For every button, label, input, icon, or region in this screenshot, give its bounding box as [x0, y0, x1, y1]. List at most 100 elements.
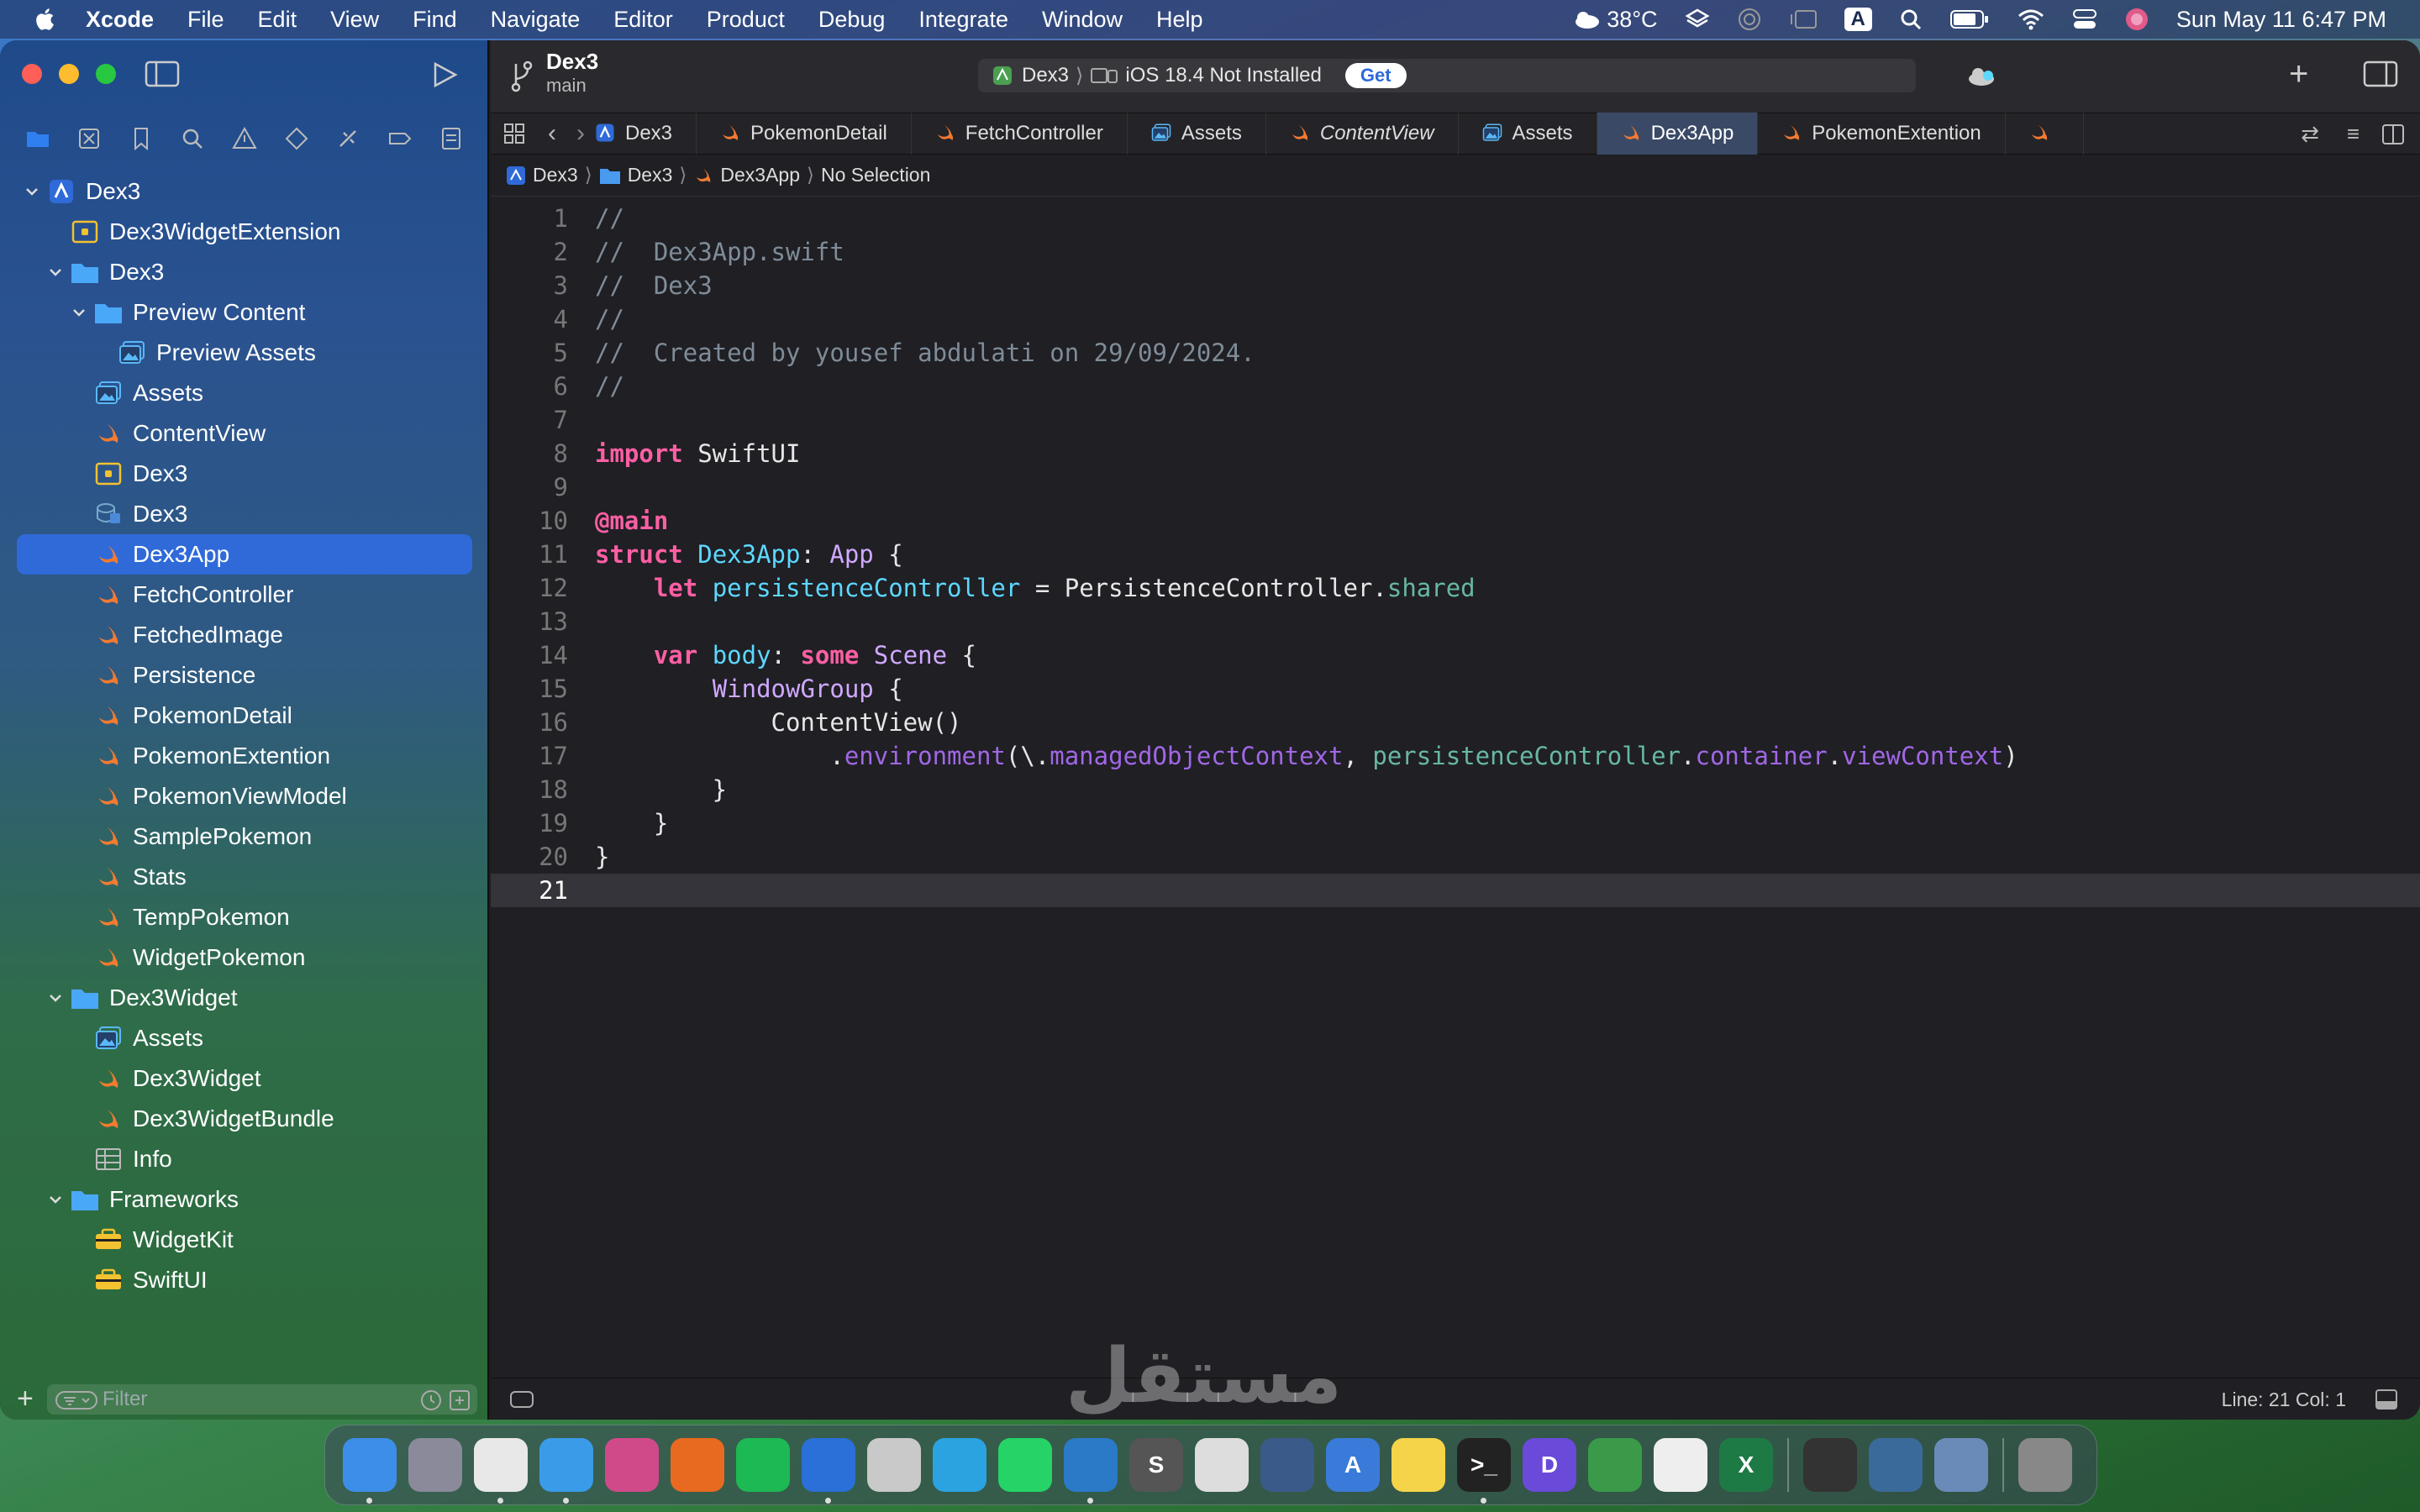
navigator-item[interactable]: Preview Assets: [0, 333, 489, 373]
dock-textedit-icon[interactable]: [1654, 1438, 1707, 1492]
dock-whatsapp-icon[interactable]: [998, 1438, 1052, 1492]
navigator-item[interactable]: PokemonExtention: [0, 736, 489, 776]
filter-options-icon[interactable]: [55, 1391, 97, 1410]
inspector-toggle-icon[interactable]: [2363, 60, 2398, 87]
code-line[interactable]: 11 struct Dex3App: App {: [491, 538, 2420, 571]
find-icon[interactable]: [180, 126, 205, 151]
debug-icon[interactable]: [335, 126, 360, 151]
editor-tab[interactable]: ContentView: [1266, 113, 1459, 155]
navigator-item[interactable]: Dex3: [0, 454, 489, 494]
back-icon[interactable]: ‹: [548, 119, 556, 148]
code-line[interactable]: 9: [491, 470, 2420, 504]
source-editor[interactable]: 1 // 2 // Dex3App.swift 3 // Dex3 4 // 5 // Creat…: [491, 202, 2420, 907]
dock-cleanmymac-icon[interactable]: [1260, 1438, 1314, 1492]
dock-instruments-icon[interactable]: A: [1326, 1438, 1380, 1492]
bottom-panel-icon[interactable]: [2375, 1389, 2398, 1410]
dock-box-icon[interactable]: [1803, 1438, 1857, 1492]
dock-spotify-icon[interactable]: [736, 1438, 790, 1492]
editor-tab[interactable]: Dex3App: [1597, 113, 1759, 155]
get-platform-button[interactable]: Get: [1344, 63, 1407, 88]
navigator-item[interactable]: WidgetPokemon: [0, 937, 489, 978]
navigator-item[interactable]: Assets: [0, 373, 489, 413]
navigator-item[interactable]: SwiftUI: [0, 1260, 489, 1300]
dock-vscode-icon[interactable]: [1064, 1438, 1118, 1504]
close-button[interactable]: [22, 64, 42, 84]
add-icon[interactable]: +: [17, 1383, 34, 1415]
lines-icon[interactable]: ≡: [2347, 121, 2360, 147]
code-line[interactable]: 15 WindowGroup {: [491, 672, 2420, 706]
disclosure-chevron-icon[interactable]: [45, 990, 66, 1005]
code-line[interactable]: 21: [491, 874, 2420, 907]
menu-edit[interactable]: Edit: [258, 7, 297, 33]
code-line[interactable]: 18 }: [491, 773, 2420, 806]
navigator-item[interactable]: Dex3: [0, 494, 489, 534]
dock-notes-icon[interactable]: [1392, 1438, 1445, 1492]
grid-icon[interactable]: [502, 122, 526, 145]
filter-input[interactable]: Filter: [47, 1384, 477, 1415]
editor-tab[interactable]: PokemonDetail: [697, 113, 912, 155]
menu-debug[interactable]: Debug: [818, 7, 886, 33]
source-control-icon[interactable]: [76, 126, 102, 151]
code-line[interactable]: 8 import SwiftUI: [491, 437, 2420, 470]
overflow-tab[interactable]: [2006, 113, 2084, 155]
editor-tab[interactable]: Dex3: [595, 113, 697, 155]
zoom-button[interactable]: [96, 64, 116, 84]
code-line[interactable]: 13: [491, 605, 2420, 638]
breakpoint-icon[interactable]: [387, 126, 413, 151]
folder-icon[interactable]: [25, 126, 50, 151]
dock-dash-icon[interactable]: D: [1523, 1438, 1576, 1492]
menu-file[interactable]: File: [187, 7, 224, 33]
menu-navigate[interactable]: Navigate: [491, 7, 581, 33]
crumb-file[interactable]: Dex3App: [720, 164, 800, 186]
navigator-item[interactable]: FetchedImage: [0, 615, 489, 655]
add-library-icon[interactable]: +: [2289, 55, 2308, 93]
cloud-icon[interactable]: [1966, 64, 1996, 87]
navigator-item[interactable]: Assets: [0, 1018, 489, 1058]
branch-icon[interactable]: [509, 59, 534, 92]
code-line[interactable]: 6 //: [491, 370, 2420, 403]
report-icon[interactable]: [439, 126, 464, 151]
dock-chatgpt-icon[interactable]: [1195, 1438, 1249, 1492]
menu-product[interactable]: Product: [707, 7, 785, 33]
sidebar-toggle-icon[interactable]: [145, 60, 180, 87]
scheme-device[interactable]: iOS 18.4 Not Installed: [1125, 64, 1321, 87]
code-line[interactable]: 4 //: [491, 302, 2420, 336]
navigator-item[interactable]: SamplePokemon: [0, 816, 489, 857]
editor-tab[interactable]: Assets: [1128, 113, 1266, 155]
crumb-symbol[interactable]: No Selection: [821, 164, 930, 186]
control-center-icon[interactable]: [2072, 8, 2097, 31]
dock-finder-icon[interactable]: [343, 1438, 397, 1504]
menu-editor[interactable]: Editor: [613, 7, 673, 33]
disclosure-chevron-icon[interactable]: [45, 265, 66, 280]
search-icon[interactable]: [1899, 8, 1923, 31]
test-icon[interactable]: [284, 126, 309, 151]
layers-icon[interactable]: [1685, 7, 1710, 32]
dock-circle-app-icon[interactable]: [1588, 1438, 1642, 1492]
input-source-icon[interactable]: A: [1844, 8, 1872, 31]
code-line[interactable]: 14 var body: some Scene {: [491, 638, 2420, 672]
navigator-item[interactable]: Dex3: [0, 171, 489, 212]
editor-tab[interactable]: FetchController: [912, 113, 1128, 155]
menu-xcode[interactable]: Xcode: [86, 7, 154, 33]
minimize-button[interactable]: [59, 64, 79, 84]
disclosure-chevron-icon[interactable]: [69, 305, 89, 320]
scheme-target[interactable]: Dex3: [1022, 64, 1069, 87]
navigator-item[interactable]: Persistence: [0, 655, 489, 696]
crumb-project[interactable]: Dex3: [533, 164, 578, 186]
crumb-group[interactable]: Dex3: [628, 164, 673, 186]
code-line[interactable]: 16 ContentView(): [491, 706, 2420, 739]
bookmark-icon[interactable]: [129, 126, 154, 151]
code-line[interactable]: 7: [491, 403, 2420, 437]
code-line[interactable]: 5 // Created by yousef abdulati on 29/09/…: [491, 336, 2420, 370]
dock-telegram-icon[interactable]: [933, 1438, 986, 1492]
airdrop-icon[interactable]: [1737, 7, 1762, 32]
dock-shortcuts-icon[interactable]: [605, 1438, 659, 1492]
navigator-item[interactable]: TempPokemon: [0, 897, 489, 937]
wifi-icon[interactable]: [2017, 8, 2045, 31]
navigator-item[interactable]: Stats: [0, 857, 489, 897]
navigator-item[interactable]: Info: [0, 1139, 489, 1179]
disclosure-chevron-icon[interactable]: [45, 1192, 66, 1207]
debug-area-toggle-icon[interactable]: [509, 1390, 534, 1409]
dock-trash-icon[interactable]: [2018, 1438, 2072, 1492]
split-editor-icon[interactable]: [2381, 123, 2405, 145]
